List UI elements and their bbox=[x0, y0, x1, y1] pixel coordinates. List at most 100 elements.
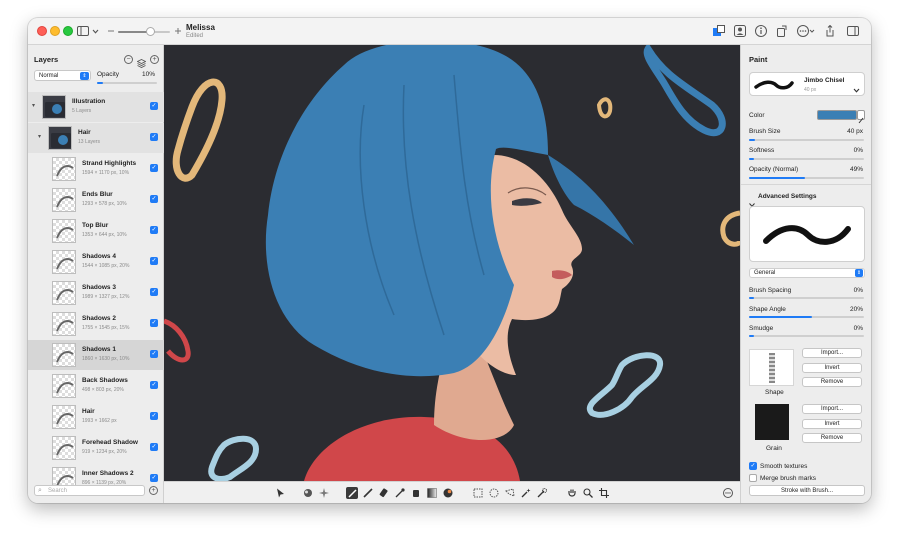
lasso-icon[interactable] bbox=[504, 487, 516, 499]
layer-row[interactable]: Strand Highlights 1594 × 1170 px, 10% ✓ bbox=[28, 154, 164, 184]
layer-stack-icon[interactable] bbox=[136, 55, 147, 68]
color-well[interactable] bbox=[817, 110, 857, 120]
brush-spacing-label: Brush Spacing bbox=[749, 287, 792, 294]
brush-opacity-slider[interactable] bbox=[749, 177, 864, 179]
merge-brush-marks-checkbox[interactable] bbox=[749, 474, 757, 482]
disclosure-triangle-icon[interactable]: ▾ bbox=[32, 102, 35, 109]
layer-opacity-slider[interactable] bbox=[97, 82, 157, 84]
gradient-icon[interactable] bbox=[426, 487, 438, 499]
eraser-icon[interactable] bbox=[378, 487, 390, 499]
pencil-icon[interactable] bbox=[362, 487, 374, 499]
sidebar-toggle-icon[interactable] bbox=[76, 24, 90, 38]
brush-size-slider[interactable] bbox=[749, 139, 864, 141]
layer-name: Shadows 1 bbox=[82, 346, 116, 353]
zoom-slider[interactable] bbox=[118, 31, 170, 33]
layer-visibility-checkbox[interactable]: ✓ bbox=[150, 474, 158, 482]
softness-slider[interactable] bbox=[749, 158, 864, 160]
layer-row[interactable]: Top Blur 1353 × 644 px, 10% ✓ bbox=[28, 216, 164, 246]
artwork-canvas[interactable] bbox=[164, 45, 740, 481]
zoom-in-icon[interactable] bbox=[174, 24, 182, 38]
eyedropper-icon[interactable] bbox=[394, 487, 406, 499]
shape-import-button[interactable]: Import... bbox=[802, 348, 862, 358]
layer-visibility-checkbox[interactable]: ✓ bbox=[150, 133, 158, 141]
layer-row[interactable]: Shadows 2 1755 × 1545 px, 15% ✓ bbox=[28, 309, 164, 339]
bucket-icon[interactable] bbox=[410, 487, 422, 499]
smooth-textures-checkbox[interactable]: ✓ bbox=[749, 462, 757, 470]
layer-row[interactable]: Ends Blur 1293 × 578 px, 10% ✓ bbox=[28, 185, 164, 215]
layer-row[interactable]: Shadows 3 1989 × 1327 px, 12% ✓ bbox=[28, 278, 164, 308]
arrange-icon[interactable] bbox=[712, 24, 726, 38]
layer-row[interactable]: Hair 1993 × 1662 px ✓ bbox=[28, 402, 164, 432]
smudge-icon[interactable] bbox=[302, 487, 314, 499]
chevron-down-icon[interactable] bbox=[91, 24, 99, 38]
portrait-icon[interactable] bbox=[733, 24, 747, 38]
shape-angle-slider[interactable] bbox=[749, 316, 864, 318]
magic-wand-icon[interactable] bbox=[520, 487, 532, 499]
brush-category-select[interactable]: General ⇕ bbox=[749, 268, 865, 278]
brush-spacing-slider[interactable] bbox=[749, 297, 864, 299]
minimize-window-button[interactable] bbox=[50, 26, 60, 36]
shape-texture-thumbnail[interactable] bbox=[749, 349, 794, 386]
grain-remove-button[interactable]: Remove bbox=[802, 433, 862, 443]
layer-group-row[interactable]: ▾ Illustration 5 Layers ✓ bbox=[28, 92, 164, 122]
rect-select-icon[interactable] bbox=[472, 487, 484, 499]
close-window-button[interactable] bbox=[37, 26, 47, 36]
shape-invert-button[interactable]: Invert bbox=[802, 363, 862, 373]
layer-row[interactable]: Shadows 4 1544 × 1085 px, 20% ✓ bbox=[28, 247, 164, 277]
crop-icon[interactable] bbox=[598, 487, 610, 499]
layer-visibility-checkbox[interactable]: ✓ bbox=[150, 443, 158, 451]
color-fill-icon[interactable] bbox=[442, 487, 454, 499]
share-icon[interactable] bbox=[823, 24, 837, 38]
layer-visibility-checkbox[interactable]: ✓ bbox=[150, 195, 158, 203]
layer-opacity-slider-fill bbox=[97, 82, 103, 84]
layer-row[interactable]: Shadows 1 1860 × 1630 px, 10% ✓ bbox=[28, 340, 164, 370]
add-layer-icon[interactable]: + bbox=[150, 55, 159, 64]
layer-visibility-checkbox[interactable]: ✓ bbox=[150, 288, 158, 296]
grain-import-button[interactable]: Import... bbox=[802, 404, 862, 414]
advanced-settings-toggle[interactable]: Advanced Settings bbox=[758, 193, 817, 200]
layer-visibility-checkbox[interactable]: ✓ bbox=[150, 102, 158, 110]
ellipse-select-icon[interactable] bbox=[488, 487, 500, 499]
hand-icon[interactable] bbox=[566, 487, 578, 499]
brush-preset-select[interactable]: Jimbo Chisel 40 px bbox=[749, 72, 865, 96]
disclosure-triangle-icon[interactable]: ▾ bbox=[38, 133, 41, 140]
grain-invert-button[interactable]: Invert bbox=[802, 419, 862, 429]
brush-opacity-label[interactable]: Opacity (Normal) bbox=[749, 166, 798, 173]
sparkle-icon[interactable] bbox=[318, 487, 330, 499]
grain-texture-thumbnail[interactable] bbox=[755, 404, 789, 440]
zoom-window-button[interactable] bbox=[63, 26, 73, 36]
eyedropper-icon[interactable] bbox=[857, 110, 865, 124]
selection-brush-icon[interactable] bbox=[536, 487, 548, 499]
layer-row[interactable]: Back Shadows 498 × 803 px, 20% ✓ bbox=[28, 371, 164, 401]
layer-thumbnail bbox=[52, 405, 76, 429]
add-filter-icon[interactable]: + bbox=[149, 486, 158, 495]
inspector-toggle-icon[interactable] bbox=[846, 24, 860, 38]
zoom-icon[interactable] bbox=[582, 487, 594, 499]
zoom-out-icon[interactable] bbox=[107, 24, 115, 38]
zoom-slider-knob[interactable] bbox=[146, 27, 156, 36]
layer-visibility-checkbox[interactable]: ✓ bbox=[150, 381, 158, 389]
blend-mode-select[interactable]: Normal ⇕ bbox=[34, 70, 91, 81]
layer-meta: 1293 × 578 px, 10% bbox=[82, 201, 127, 207]
smudge-slider[interactable] bbox=[749, 335, 864, 337]
info-icon[interactable] bbox=[754, 24, 768, 38]
layer-visibility-checkbox[interactable]: ✓ bbox=[150, 319, 158, 327]
pointer-icon[interactable] bbox=[274, 487, 286, 499]
shape-label: Shape bbox=[765, 389, 784, 396]
more-options-icon[interactable] bbox=[796, 24, 816, 38]
more-icon[interactable] bbox=[722, 487, 734, 499]
brush-icon[interactable] bbox=[346, 487, 358, 499]
layer-visibility-checkbox[interactable]: ✓ bbox=[150, 412, 158, 420]
layer-visibility-checkbox[interactable]: ✓ bbox=[150, 257, 158, 265]
stroke-with-brush-button[interactable]: Stroke with Brush... bbox=[749, 485, 865, 496]
layer-visibility-checkbox[interactable]: ✓ bbox=[150, 226, 158, 234]
layer-group-row[interactable]: ▾ Hair 13 Layers ✓ bbox=[28, 123, 164, 153]
layer-visibility-checkbox[interactable]: ✓ bbox=[150, 164, 158, 172]
shape-remove-button[interactable]: Remove bbox=[802, 377, 862, 387]
rotate-icon[interactable] bbox=[775, 24, 789, 38]
layer-meta: 1860 × 1630 px, 10% bbox=[82, 356, 130, 362]
layer-visibility-checkbox[interactable]: ✓ bbox=[150, 350, 158, 358]
remove-layer-icon[interactable]: − bbox=[124, 55, 133, 64]
layer-row[interactable]: Forehead Shadow 919 × 1234 px, 20% ✓ bbox=[28, 433, 164, 463]
layer-search-field[interactable]: ⌕ Search bbox=[34, 485, 145, 496]
